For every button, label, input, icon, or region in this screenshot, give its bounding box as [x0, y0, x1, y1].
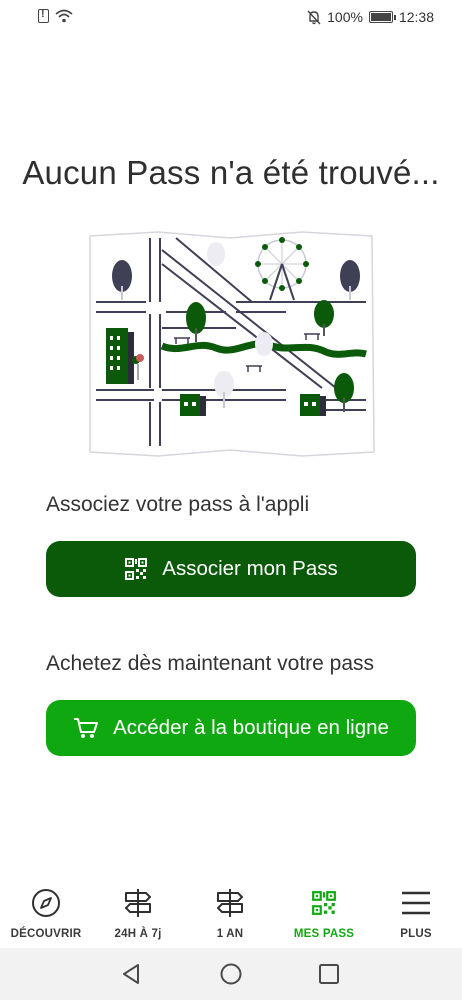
- qr-code-icon: [312, 891, 336, 915]
- associate-prompt: Associez votre pass à l'appli: [46, 493, 310, 516]
- shop-prompt: Achetez dès maintenant votre pass: [46, 652, 375, 675]
- system-navigation-bar: [0, 948, 462, 1000]
- home-icon[interactable]: [219, 962, 243, 986]
- back-icon[interactable]: [120, 962, 144, 986]
- bell-muted-icon: [307, 10, 321, 24]
- status-right: 100% 12:38: [307, 9, 434, 25]
- wifi-icon: [55, 9, 73, 23]
- cart-icon: [74, 718, 99, 738]
- nav-item-1-an[interactable]: 1 AN: [184, 886, 276, 940]
- nav-label-mes-pass: MES PASS: [293, 928, 355, 940]
- signpost-icon: [125, 889, 151, 917]
- associate-pass-label: Associer mon Pass: [162, 557, 338, 580]
- bottom-navigation: DÉCOUVRIR 24H À 7j 1 AN MES PASS PLUS: [0, 870, 462, 948]
- city-map-illustration: [89, 231, 375, 457]
- sim-alert-icon: [38, 8, 49, 23]
- battery-percent: 100%: [327, 9, 363, 25]
- qr-code-icon: [125, 558, 148, 580]
- empty-state-title: Aucun Pass n'a été trouvé...: [22, 154, 440, 191]
- online-shop-label: Accéder à la boutique en ligne: [113, 716, 389, 739]
- nav-item-mes-pass[interactable]: MES PASS: [278, 886, 370, 940]
- nav-label-24h-7j: 24H À 7j: [114, 928, 162, 940]
- nav-label-plus: PLUS: [400, 928, 432, 940]
- nav-label-decouvrir: DÉCOUVRIR: [10, 928, 82, 940]
- online-shop-button[interactable]: Accéder à la boutique en ligne: [46, 700, 416, 756]
- nav-item-plus[interactable]: PLUS: [370, 886, 462, 940]
- signpost-icon: [217, 889, 243, 917]
- status-bar: 100% 12:38: [0, 0, 462, 36]
- associate-pass-button[interactable]: Associer mon Pass: [46, 541, 416, 597]
- recents-icon[interactable]: [317, 962, 341, 986]
- compass-icon: [32, 889, 60, 917]
- clock: 12:38: [398, 9, 434, 25]
- nav-item-24h-7j[interactable]: 24H À 7j: [92, 886, 184, 940]
- nav-label-1-an: 1 AN: [216, 928, 244, 940]
- nav-item-decouvrir[interactable]: DÉCOUVRIR: [0, 886, 92, 940]
- status-left: [38, 8, 73, 23]
- battery-icon: [368, 11, 396, 23]
- menu-icon: [402, 891, 430, 915]
